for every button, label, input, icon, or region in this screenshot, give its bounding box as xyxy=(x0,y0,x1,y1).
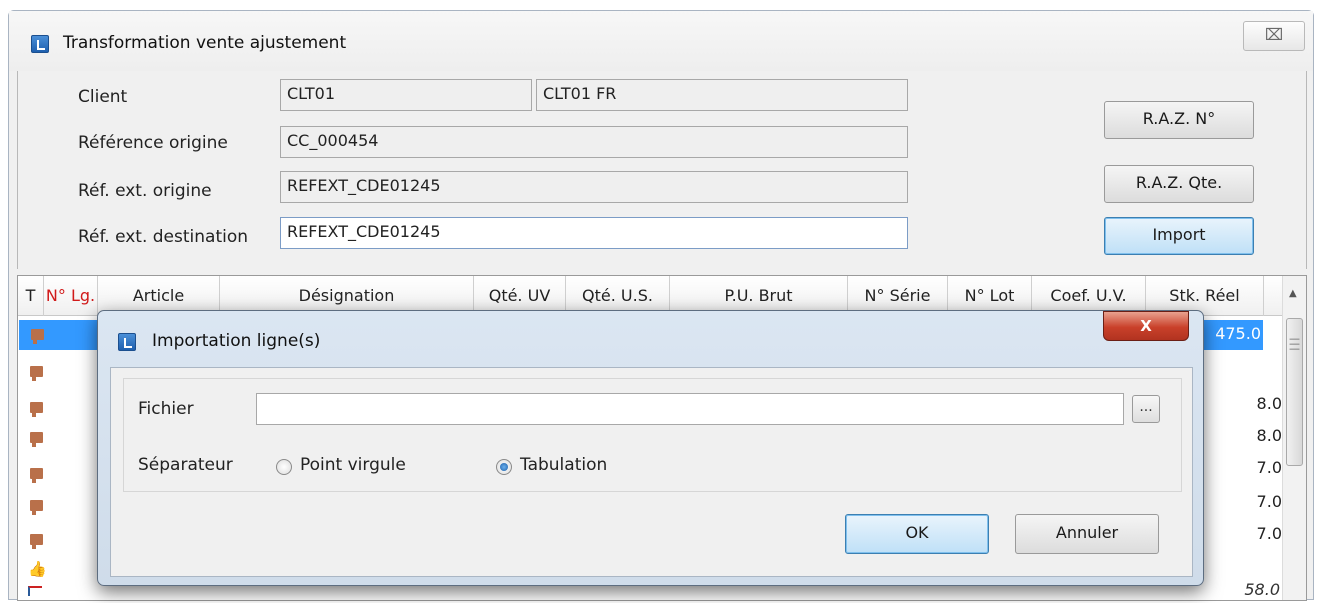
thumbs-up-icon: 👍 xyxy=(28,560,47,578)
grip-icon: — — — xyxy=(1289,332,1300,355)
col-no-lg[interactable]: N° Lg. xyxy=(44,276,98,316)
scroll-up-arrow-icon[interactable]: ▲ xyxy=(1289,288,1297,299)
line-type-icon xyxy=(30,534,43,549)
import-dialog: Importation ligne(s) X Fichier ... Sépar… xyxy=(97,310,1204,586)
line-type-icon xyxy=(30,432,43,447)
separateur-label: Séparateur xyxy=(138,455,233,475)
dialog-app-icon xyxy=(118,333,136,351)
window-close-button[interactable]: ⌧ xyxy=(1243,21,1305,51)
dialog-close-button[interactable]: X xyxy=(1103,311,1189,341)
grid-vertical-scrollbar[interactable]: ▲ — — — xyxy=(1282,276,1306,600)
main-titlebar: Transformation vente ajustement ⌧ xyxy=(9,11,1313,71)
fichier-input[interactable] xyxy=(256,393,1124,425)
ref-origine-field: CC_000454 xyxy=(280,126,908,158)
stk-cell: 7.0 xyxy=(1256,458,1282,477)
header-panel: Client CLT01 CLT01 FR Référence origine … xyxy=(17,71,1307,269)
ref-origine-label: Référence origine xyxy=(78,133,228,153)
line-type-icon xyxy=(30,366,43,381)
raz-qte-button[interactable]: R.A.Z. Qte. xyxy=(1104,165,1254,203)
point-virgule-label[interactable]: Point virgule xyxy=(300,455,406,475)
radio-tabulation[interactable] xyxy=(496,459,512,475)
stk-cell: 7.0 xyxy=(1256,492,1282,511)
stk-cell: 7.0 xyxy=(1256,524,1282,543)
stk-cell: 8.0 xyxy=(1256,394,1282,413)
client-label: Client xyxy=(78,87,128,107)
ok-button[interactable]: OK xyxy=(845,514,989,554)
tabulation-label[interactable]: Tabulation xyxy=(520,455,607,475)
line-type-icon xyxy=(30,500,43,515)
col-t[interactable]: T xyxy=(18,276,44,316)
split-line-icon xyxy=(28,586,42,596)
fichier-label: Fichier xyxy=(138,399,194,419)
cancel-button[interactable]: Annuler xyxy=(1015,514,1159,554)
browse-button[interactable]: ... xyxy=(1132,395,1160,423)
ref-ext-origine-field: REFEXT_CDE01245 xyxy=(280,171,908,203)
app-icon xyxy=(31,35,49,53)
ref-ext-dest-label: Réf. ext. destination xyxy=(78,227,249,247)
import-button[interactable]: Import xyxy=(1104,217,1254,255)
client-name-field: CLT01 FR xyxy=(536,79,908,111)
dialog-body: Fichier ... Séparateur Point virgule Tab… xyxy=(110,367,1193,577)
stk-cell: 58.0 xyxy=(1244,580,1280,599)
ref-ext-dest-input[interactable]: REFEXT_CDE01245 xyxy=(280,217,908,249)
ref-ext-origine-label: Réf. ext. origine xyxy=(78,181,212,201)
client-code-field: CLT01 xyxy=(280,79,532,111)
window-title: Transformation vente ajustement xyxy=(63,33,347,53)
line-type-icon xyxy=(30,402,43,417)
stk-cell: 475.0 xyxy=(1215,324,1261,343)
line-type-icon xyxy=(30,468,43,483)
dialog-fields-group: Fichier ... Séparateur Point virgule Tab… xyxy=(123,378,1182,492)
dialog-title: Importation ligne(s) xyxy=(152,331,321,351)
radio-point-virgule[interactable] xyxy=(276,459,292,475)
line-type-icon xyxy=(31,329,44,344)
raz-no-button[interactable]: R.A.Z. N° xyxy=(1104,101,1254,139)
stk-cell: 8.0 xyxy=(1256,426,1282,445)
